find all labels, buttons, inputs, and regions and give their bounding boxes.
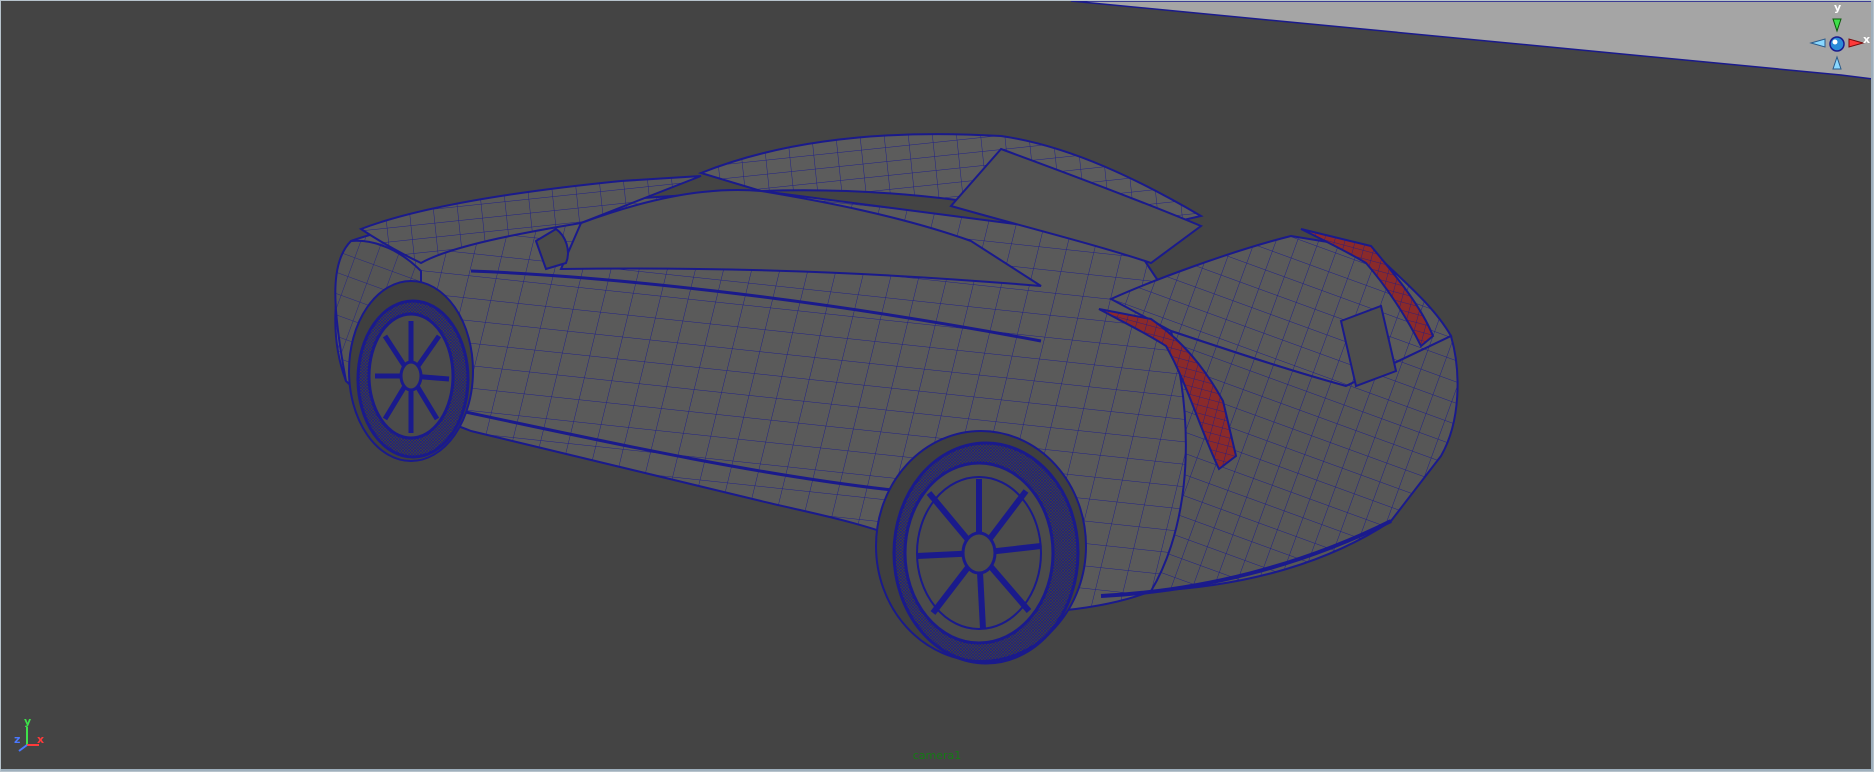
3d-viewport[interactable]: y x y x z camera1	[1, 1, 1873, 771]
axis-x-label: x	[37, 733, 45, 746]
ground-plane	[1070, 1, 1871, 80]
car-front-wheel	[356, 299, 470, 459]
axis-y-label: y	[24, 715, 32, 728]
axis-z-label: z	[14, 733, 21, 746]
view-cube-y-label: y	[1834, 1, 1842, 14]
car-rear-wheel	[892, 441, 1080, 665]
viewport-scene[interactable]	[1, 1, 1873, 771]
car-model[interactable]	[334, 133, 1459, 665]
view-cube[interactable]: y x	[1803, 1, 1871, 79]
view-cube-x-label: x	[1863, 33, 1871, 46]
camera-name-label: camera1	[912, 749, 962, 762]
